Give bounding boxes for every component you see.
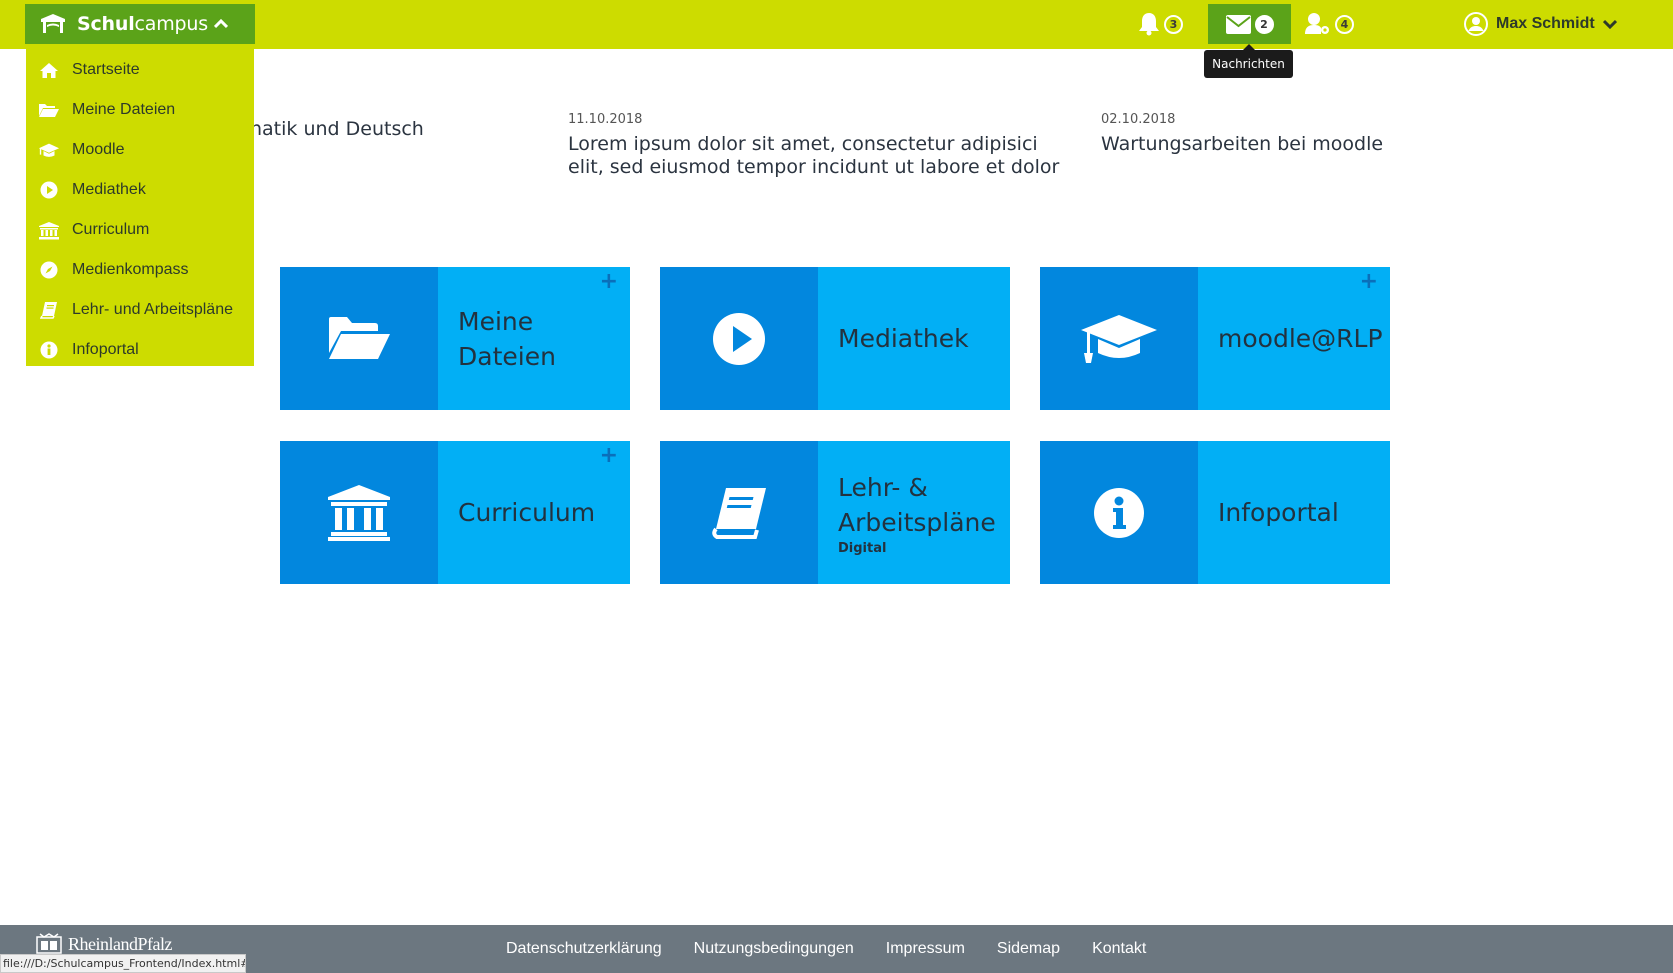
top-bar: Schulcampus 3 2 4 Max Schmidt <box>0 0 1673 49</box>
home-icon <box>38 61 60 79</box>
user-circle-icon <box>1464 12 1488 36</box>
schulcampus-menu-toggle[interactable]: Schulcampus <box>25 4 255 44</box>
notifications-button[interactable]: 3 <box>1138 4 1183 44</box>
tile-label-panel: + Curriculum <box>438 441 630 584</box>
menu-item-label: Mediathek <box>72 181 146 198</box>
tile-sublabel: Digital <box>838 540 887 556</box>
graduation-cap-icon <box>38 141 60 159</box>
footer: RheinlandPfalz Datenschutzerklärung Nutz… <box>0 925 1673 973</box>
chevron-down-icon <box>1602 19 1617 29</box>
news-title: Wartungsarbeiten bei moodle <box>1101 133 1384 155</box>
add-shortcut-button[interactable]: + <box>600 445 618 467</box>
play-circle-icon <box>713 312 765 365</box>
add-shortcut-button[interactable]: + <box>600 271 618 293</box>
tile-mediathek[interactable]: Mediathek <box>660 267 1010 410</box>
tile-label-panel: + moodle@RLP <box>1198 267 1390 410</box>
news-item[interactable]: natik und Deutsch <box>250 112 530 141</box>
rlp-logo-text: RheinlandPfalz <box>68 933 172 954</box>
tile-icon-panel <box>1040 267 1198 410</box>
tile-label-panel: Mediathek <box>818 267 1010 410</box>
tile-label: Infoportal <box>1218 498 1339 527</box>
footer-link-sidemap[interactable]: Sidemap <box>997 940 1060 958</box>
schulcampus-dropdown-menu: Startseite Meine Dateien Moodle Mediathe… <box>26 44 254 366</box>
menu-item-lehr-und-arbeitsplaene[interactable]: Lehr- und Arbeitspläne <box>26 290 254 330</box>
bell-icon <box>1139 13 1159 36</box>
menu-item-mediathek[interactable]: Mediathek <box>26 170 254 210</box>
footer-link-nutzungsbedingungen[interactable]: Nutzungsbedingungen <box>694 940 854 958</box>
institution-icon <box>38 221 60 239</box>
menu-item-label: Lehr- und Arbeitspläne <box>72 301 233 318</box>
user-gear-icon <box>1305 13 1329 34</box>
browser-status-bar: file:///D:/Schulcampus_Frontend/Index.ht… <box>0 954 246 973</box>
footer-link-datenschutz[interactable]: Datenschutzerklärung <box>506 940 662 958</box>
tile-lehr-und-arbeitsplaene[interactable]: Lehr- & Arbeitspläne Digital <box>660 441 1010 584</box>
tile-meine-dateien[interactable]: + Meine Dateien <box>280 267 630 410</box>
brand-name: Schulcampus <box>77 13 208 35</box>
menu-item-label: Meine Dateien <box>72 101 176 118</box>
folder-open-icon <box>329 316 390 359</box>
menu-item-moodle[interactable]: Moodle <box>26 130 254 170</box>
tile-label-panel: + Meine Dateien <box>438 267 630 410</box>
schulcampus-logo-icon <box>41 14 65 33</box>
play-circle-icon <box>38 181 60 199</box>
menu-item-curriculum[interactable]: Curriculum <box>26 210 254 250</box>
footer-links: Datenschutzerklärung Nutzungsbedingungen… <box>506 925 1146 973</box>
envelope-icon <box>1225 14 1251 34</box>
book-icon <box>38 301 60 319</box>
menu-item-label: Curriculum <box>72 221 150 238</box>
tile-label-panel: Infoportal <box>1198 441 1390 584</box>
tile-infoportal[interactable]: Infoportal <box>1040 441 1390 584</box>
tile-icon-panel <box>660 441 818 584</box>
tile-icon-panel <box>280 441 438 584</box>
tile-label: Meine Dateien <box>458 306 556 371</box>
coat-of-arms-icon <box>36 933 62 954</box>
menu-item-label: Medienkompass <box>72 261 189 278</box>
tile-icon-panel <box>1040 441 1198 584</box>
tile-icon-panel <box>660 267 818 410</box>
tile-moodle-rlp[interactable]: + moodle@RLP <box>1040 267 1390 410</box>
menu-item-label: Infoportal <box>72 341 139 358</box>
tile-curriculum[interactable]: + Curriculum <box>280 441 630 584</box>
messages-count-badge: 2 <box>1254 14 1274 34</box>
user-name: Max Schmidt <box>1496 15 1595 32</box>
tile-icon-panel <box>280 267 438 410</box>
folder-open-icon <box>38 101 60 119</box>
menu-item-startseite[interactable]: Startseite <box>26 50 254 90</box>
tile-label: Lehr- & Arbeitspläne <box>838 472 996 537</box>
news-date: 02.10.2018 <box>1101 112 1176 127</box>
tile-label: Curriculum <box>458 498 596 527</box>
graduation-cap-icon <box>1081 314 1157 363</box>
book-icon <box>712 487 766 539</box>
messages-button[interactable]: 2 <box>1208 4 1291 44</box>
info-circle-icon <box>38 341 60 359</box>
menu-item-label: Moodle <box>72 141 125 158</box>
add-shortcut-button[interactable]: + <box>1360 271 1378 293</box>
news-item[interactable]: 11.10.2018 Lorem ipsum dolor sit amet, c… <box>568 112 1068 179</box>
news-title: natik und Deutsch <box>250 118 424 140</box>
tile-label: Mediathek <box>838 324 969 353</box>
footer-link-impressum[interactable]: Impressum <box>886 940 965 958</box>
notifications-count-badge: 3 <box>1164 14 1183 34</box>
compass-icon <box>38 261 60 279</box>
news-title: Lorem ipsum dolor sit amet, consectetur … <box>568 133 1060 178</box>
institution-icon <box>328 484 390 541</box>
user-requests-button[interactable]: 4 <box>1305 4 1354 44</box>
news-item[interactable]: 02.10.2018 Wartungsarbeiten bei moodle <box>1101 112 1501 156</box>
footer-link-kontakt[interactable]: Kontakt <box>1092 940 1146 958</box>
menu-item-meine-dateien[interactable]: Meine Dateien <box>26 90 254 130</box>
messages-tooltip: Nachrichten <box>1204 44 1293 78</box>
info-circle-icon <box>1094 487 1144 538</box>
menu-item-label: Startseite <box>72 61 140 78</box>
tile-label: moodle@RLP <box>1218 324 1383 353</box>
tile-label-panel: Lehr- & Arbeitspläne Digital <box>818 441 1010 584</box>
news-date: 11.10.2018 <box>568 112 643 127</box>
user-requests-count-badge: 4 <box>1335 14 1354 34</box>
rheinland-pfalz-logo[interactable]: RheinlandPfalz <box>36 933 172 955</box>
menu-item-medienkompass[interactable]: Medienkompass <box>26 250 254 290</box>
menu-item-infoportal[interactable]: Infoportal <box>26 330 254 370</box>
chevron-up-icon <box>213 19 228 29</box>
user-menu[interactable]: Max Schmidt <box>1464 4 1617 44</box>
